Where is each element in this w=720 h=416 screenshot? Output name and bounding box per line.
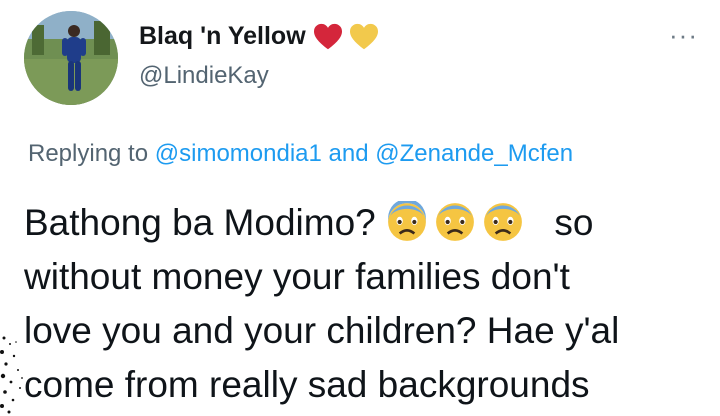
user-handle[interactable]: @LindieKay (139, 62, 269, 90)
anxious-face-icon (482, 201, 524, 243)
display-name[interactable]: Blaq 'n Yellow (139, 22, 306, 51)
mention-link-2[interactable]: @Zenande_Mcfen (375, 140, 573, 167)
yellow-heart-icon (349, 23, 378, 51)
anxious-face-icon (386, 201, 428, 243)
replying-to-line: Replying to @simomondia1 and @Zenande_Mc… (28, 140, 573, 168)
tweet-line-4: come from really sad backgrounds (24, 364, 590, 405)
red-heart-icon (313, 23, 342, 51)
mention-link-1[interactable]: @simomondia1 (155, 140, 322, 167)
avatar-photo (24, 11, 118, 105)
tweet-card: Blaq 'n Yellow @LindieKay ··· Replying t… (0, 0, 720, 416)
tweet-line-3: love you and your children? Hae y'al (24, 310, 620, 351)
tweet-body: Bathong ba Modimo? so without money your… (24, 196, 704, 412)
tweet-line-1: Bathong ba Modimo? so (24, 196, 704, 250)
tweet-line-1-tail: so (554, 202, 594, 243)
replying-prefix: Replying to (28, 140, 149, 167)
reply-conjunction: and (328, 140, 369, 167)
more-options-icon[interactable]: ··· (669, 22, 698, 48)
tweet-line-2: without money your families don't (24, 256, 570, 297)
tweet-line-1-text: Bathong ba Modimo? (24, 202, 376, 243)
scan-noise-decoration (0, 336, 23, 414)
avatar[interactable] (24, 11, 118, 105)
user-name-row[interactable]: Blaq 'n Yellow (139, 22, 378, 51)
anxious-face-icon (434, 201, 476, 243)
